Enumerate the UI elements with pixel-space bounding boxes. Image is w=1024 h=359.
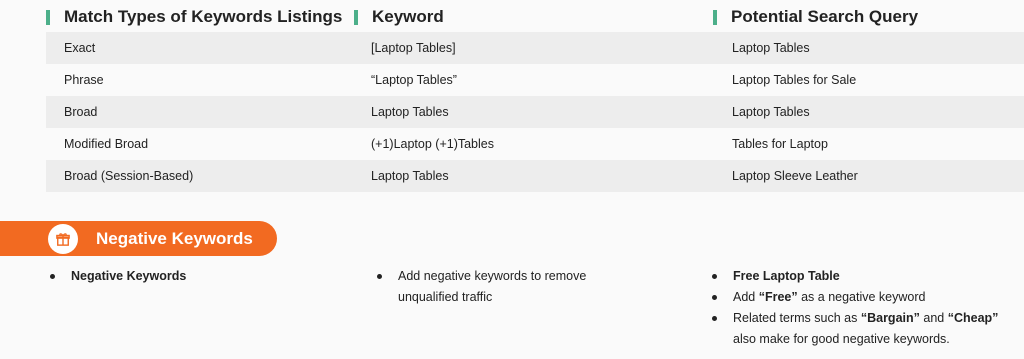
cell-match-type: Phrase xyxy=(64,73,104,87)
cell-keyword: [Laptop Tables] xyxy=(371,41,456,55)
cell-search-query: Tables for Laptop xyxy=(732,137,828,151)
section-banner: Negative Keywords xyxy=(0,221,277,256)
header-label: Match Types of Keywords Listings xyxy=(64,7,343,26)
list-item: Negative Keywords xyxy=(47,266,347,287)
header-match-types: Match Types of Keywords Listings xyxy=(46,7,342,27)
cell-search-query: Laptop Sleeve Leather xyxy=(732,169,858,183)
bold-term: “Cheap” xyxy=(947,311,999,325)
cell-search-query: Laptop Tables xyxy=(732,41,810,55)
header-keyword: Keyword xyxy=(354,7,444,27)
section-title: Negative Keywords xyxy=(96,229,253,248)
bold-term: “Bargain” xyxy=(860,311,920,325)
text: Add xyxy=(733,290,759,304)
header-accent-bar xyxy=(713,9,717,25)
header-accent-bar xyxy=(46,9,50,25)
table-row: Broad Laptop Tables Laptop Tables xyxy=(46,96,1024,128)
header-search-query: Potential Search Query xyxy=(713,7,918,27)
table-body: Exact [Laptop Tables] Laptop Tables Phra… xyxy=(46,32,1024,192)
cell-search-query: Laptop Tables xyxy=(732,105,810,119)
table-row: Phrase “Laptop Tables” Laptop Tables for… xyxy=(46,64,1024,96)
text: as a negative keyword xyxy=(797,290,926,304)
cell-match-type: Exact xyxy=(64,41,96,55)
bullet-column-3: Free Laptop Table Add “Free” as a negati… xyxy=(709,266,1009,350)
header-label: Keyword xyxy=(372,7,444,26)
bullet-column-2: Add negative keywords to remove unqualif… xyxy=(374,266,624,308)
bullet-column-1: Negative Keywords xyxy=(47,266,347,287)
list-item: Add negative keywords to remove unqualif… xyxy=(374,266,624,308)
list-item: Free Laptop Table xyxy=(709,266,1009,287)
table-header: Match Types of Keywords Listings Keyword… xyxy=(0,0,1024,34)
text: also make for good negative keywords. xyxy=(733,332,950,346)
cell-match-type: Broad xyxy=(64,105,98,119)
cell-match-type: Modified Broad xyxy=(64,137,149,151)
list-item: Add “Free” as a negative keyword xyxy=(709,287,1009,308)
cell-keyword: (+1)Laptop (+1)Tables xyxy=(371,137,494,151)
header-label: Potential Search Query xyxy=(731,7,919,26)
cell-search-query: Laptop Tables for Sale xyxy=(732,73,857,87)
bold-term: “Free” xyxy=(758,290,798,304)
list-item: Related terms such as “Bargain” and “Che… xyxy=(709,308,1009,350)
cell-keyword: “Laptop Tables” xyxy=(371,73,457,87)
cell-match-type: Broad (Session-Based) xyxy=(64,169,194,183)
table-row: Exact [Laptop Tables] Laptop Tables xyxy=(46,32,1024,64)
gift-icon xyxy=(48,224,78,254)
cell-keyword: Laptop Tables xyxy=(371,169,449,183)
text: and xyxy=(919,311,948,325)
cell-keyword: Laptop Tables xyxy=(371,105,449,119)
text: Related terms such as xyxy=(733,311,861,325)
table-row: Modified Broad (+1)Laptop (+1)Tables Tab… xyxy=(46,128,1024,160)
table-row: Broad (Session-Based) Laptop Tables Lapt… xyxy=(46,160,1024,192)
header-accent-bar xyxy=(354,9,358,25)
